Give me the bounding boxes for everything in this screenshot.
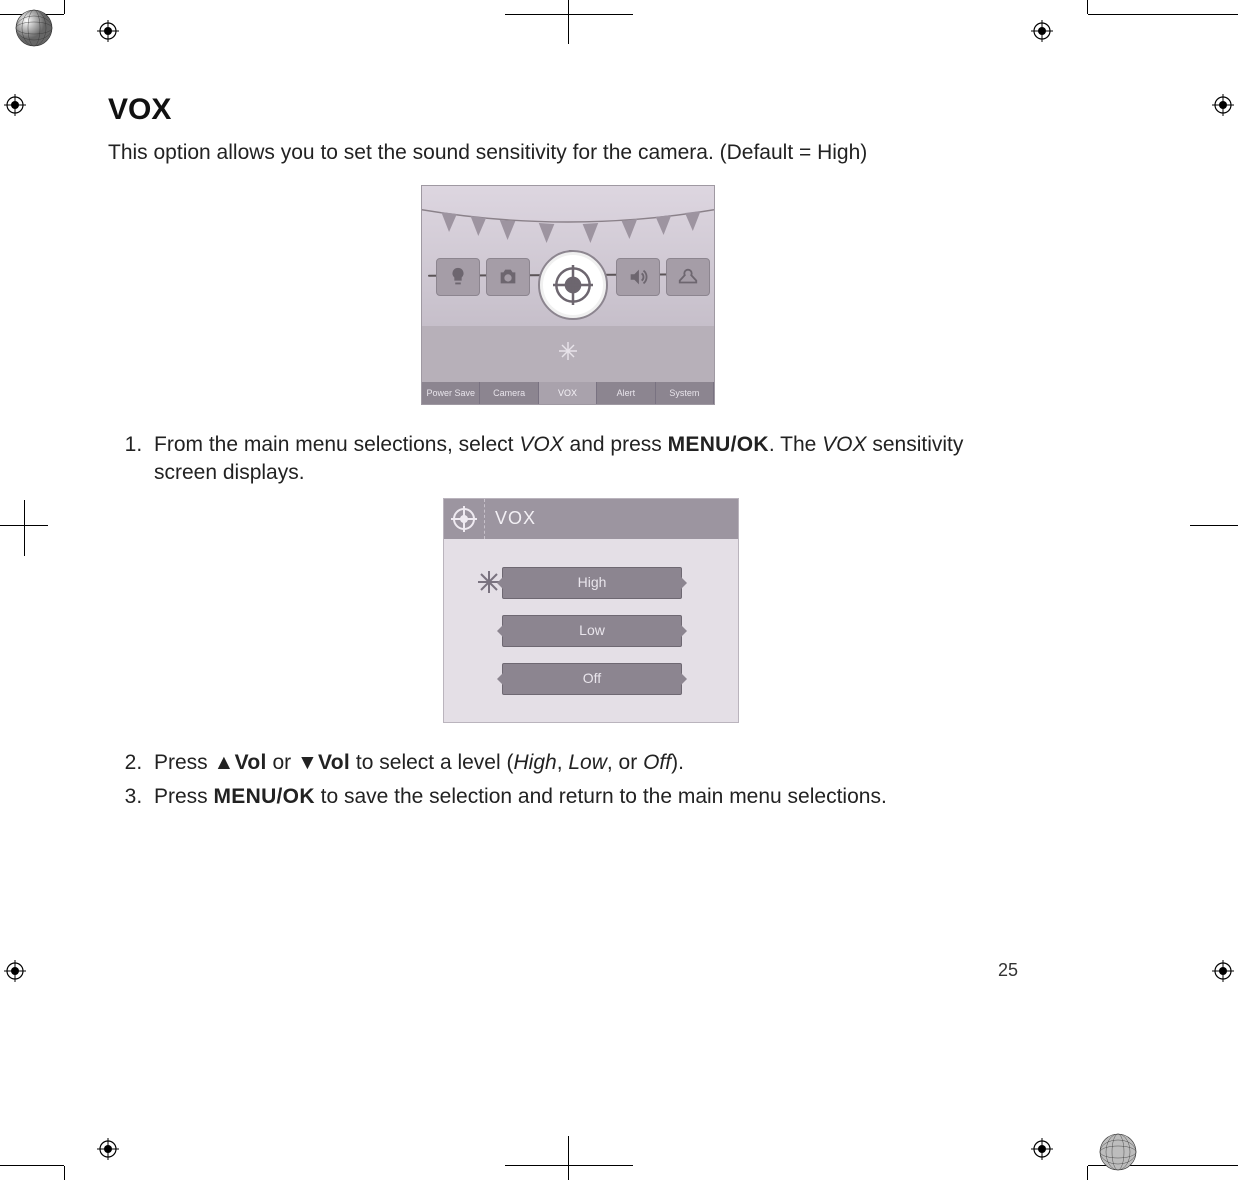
step-2: Press ▲Vol or ▼Vol to select a level (Hi…	[148, 749, 1028, 777]
registration-mark-icon	[1031, 20, 1053, 42]
corner-sphere-icon	[1098, 1132, 1138, 1172]
tab-system: System	[656, 382, 714, 404]
main-menu-tabs: Power Save Camera VOX Alert System	[422, 382, 714, 404]
instruction-list: From the main menu selections, select VO…	[108, 431, 1028, 811]
tab-power-save: Power Save	[422, 382, 480, 404]
registration-mark-icon	[4, 94, 26, 116]
registration-mark-icon	[1031, 1138, 1053, 1160]
menu-item-vox-selected	[538, 250, 608, 320]
step-1: From the main menu selections, select VO…	[148, 431, 1028, 723]
vox-option-off: Off	[502, 663, 682, 695]
menu-item-system	[666, 258, 710, 296]
page-number: 25	[998, 958, 1018, 982]
menu-item-alert	[616, 258, 660, 296]
figure-vox-options: VOX High Low Off	[443, 498, 739, 723]
registration-mark-icon	[1212, 960, 1234, 982]
vox-header-target-icon	[444, 499, 485, 539]
vox-option-low: Low	[502, 615, 682, 647]
registration-mark-icon	[97, 20, 119, 42]
registration-mark-icon	[97, 1138, 119, 1160]
registration-mark-icon	[1212, 94, 1234, 116]
step-3: Press MENU/OK to save the selection and …	[148, 783, 1028, 811]
vox-header-title: VOX	[495, 506, 536, 530]
tab-vox: VOX	[539, 382, 597, 404]
figure-main-menu: Power Save Camera VOX Alert System	[421, 185, 715, 405]
registration-mark-icon	[4, 960, 26, 982]
tab-alert: Alert	[597, 382, 655, 404]
sparkle-icon	[559, 340, 577, 368]
tab-camera: Camera	[480, 382, 538, 404]
vox-option-high: High	[502, 567, 682, 599]
section-heading: VOX	[108, 90, 1028, 131]
intro-paragraph: This option allows you to set the sound …	[108, 139, 1028, 167]
menu-item-camera	[486, 258, 530, 296]
menu-item-power-save	[436, 258, 480, 296]
corner-sphere-icon	[14, 8, 54, 48]
